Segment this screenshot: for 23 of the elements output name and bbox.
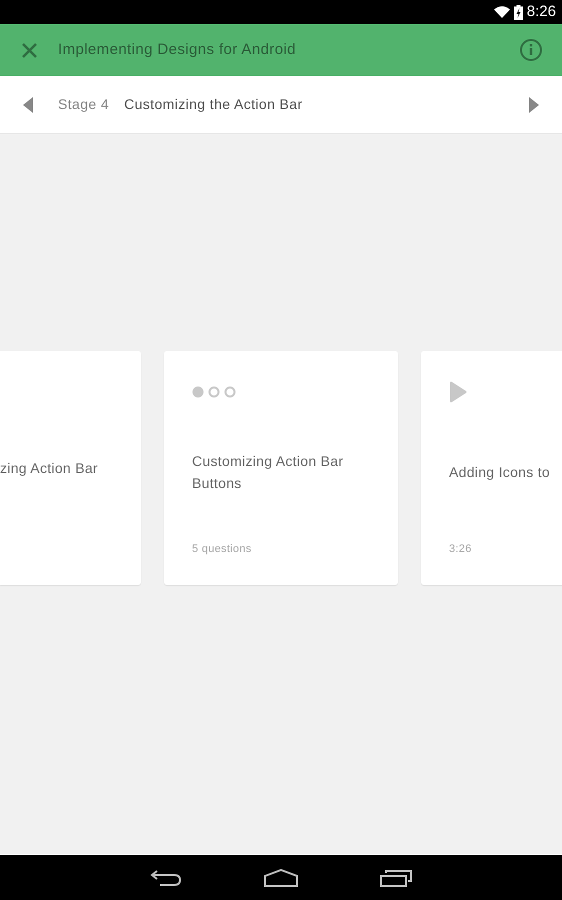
lesson-card[interactable]: zing Action Bar bbox=[0, 351, 141, 585]
card-meta: 5 questions bbox=[192, 542, 253, 556]
info-button[interactable] bbox=[520, 39, 542, 61]
quiz-dots-icon bbox=[192, 386, 236, 398]
next-button[interactable] bbox=[528, 96, 540, 112]
back-icon[interactable] bbox=[150, 868, 182, 886]
lesson-card[interactable]: Customizing Action Bar Buttons 5 questions bbox=[164, 351, 398, 585]
stage-label: Stage 4 bbox=[58, 95, 110, 114]
recent-apps-icon[interactable] bbox=[380, 868, 412, 886]
card-title: zing Action Bar bbox=[0, 458, 98, 478]
previous-button[interactable] bbox=[22, 96, 34, 112]
wifi-icon bbox=[494, 6, 510, 18]
home-icon[interactable] bbox=[264, 868, 298, 886]
lesson-card[interactable]: Adding Icons to 3:26 bbox=[421, 351, 562, 585]
stage-title: Customizing the Action Bar bbox=[124, 95, 304, 114]
card-meta: 3:26 bbox=[449, 542, 473, 556]
app-title: Implementing Designs for Android bbox=[58, 40, 297, 60]
play-icon bbox=[449, 381, 467, 403]
card-title: Adding Icons to bbox=[449, 462, 550, 482]
close-button[interactable] bbox=[20, 41, 38, 59]
clock-text: 8:26 bbox=[526, 2, 556, 22]
battery-icon bbox=[514, 4, 523, 20]
card-title: Customizing Action Bar Buttons bbox=[192, 452, 344, 493]
